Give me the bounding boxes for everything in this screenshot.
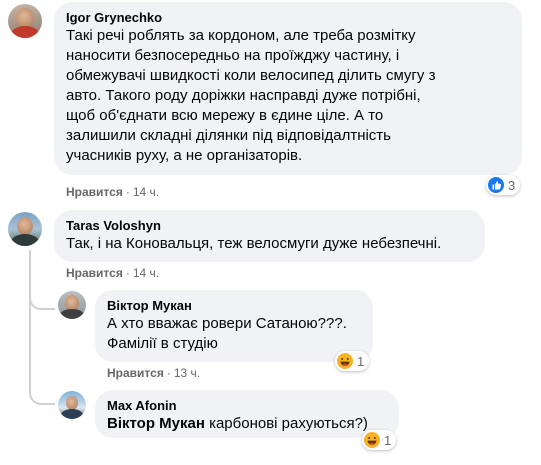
reaction-count: 1	[357, 353, 365, 369]
comment-line: Такі речі роблять за кордоном, але треба…	[66, 27, 416, 44]
avatar[interactable]	[58, 291, 86, 319]
separator: ·	[166, 366, 171, 380]
like-icon	[488, 177, 504, 193]
comment-line: залишили складні ділянки під відповідалт…	[66, 127, 391, 144]
comment-bubble: Віктор Мукан А хто вважає ровери Сатаною…	[95, 290, 373, 362]
comment-author[interactable]: Віктор Мукан	[107, 298, 361, 314]
like-button[interactable]: Нравится	[66, 266, 123, 280]
comment-author[interactable]: Max Afonin	[107, 398, 387, 414]
timestamp[interactable]: 14 ч.	[133, 185, 159, 199]
reaction-count: 1	[384, 432, 392, 448]
reaction-count: 3	[508, 177, 516, 193]
comment-line: щоб об'єднати всю мережу в єдине ціле. А…	[66, 107, 384, 124]
comment-line: наносити безпосередньо на проїжджу части…	[66, 47, 400, 64]
reaction-badge[interactable]: 1	[362, 430, 397, 450]
comment-meta: Нравится · 14 ч.	[66, 184, 159, 200]
comment-text: Так, і на Коновальця, теж велосмуги дуже…	[66, 234, 473, 254]
separator: ·	[125, 266, 130, 280]
avatar[interactable]	[8, 4, 42, 38]
timestamp[interactable]: 14 ч.	[133, 266, 159, 280]
comment-bubble: Max Afonin Віктор Мукан карбонові рахуют…	[95, 390, 399, 438]
avatar[interactable]	[8, 212, 42, 246]
comment-text: Такі речі роблять за кордоном, але треба…	[66, 26, 510, 166]
comment-author[interactable]: Taras Voloshyn	[66, 218, 473, 234]
comment-line: авто. Такого роду доріжки насправді дуже…	[66, 87, 421, 104]
like-button[interactable]: Нравится	[107, 366, 164, 380]
comment-line: учасників руху, а не організаторів.	[66, 147, 303, 164]
mention-link[interactable]: Віктор Мукан	[107, 415, 205, 432]
like-button[interactable]: Нравится	[66, 185, 123, 199]
comment-bubble: Igor Grynechko Такі речі роблять за корд…	[54, 2, 522, 175]
comment-text: Віктор Мукан карбонові рахуються?)	[107, 414, 387, 434]
haha-icon	[337, 353, 353, 369]
comment-line: А хто вважає ровери Сатаною???.	[107, 315, 347, 332]
comment-line: Так, і на Коновальця, теж велосмуги дуже…	[66, 235, 442, 252]
comment-meta: Нравится · 13 ч.	[107, 365, 200, 381]
comment-line: карбонові рахуються?)	[204, 415, 368, 432]
separator: ·	[125, 185, 130, 199]
comment-meta: Нравится · 14 ч.	[66, 265, 159, 281]
comment-line: обмежувачі швидкості коли велосипед діли…	[66, 67, 436, 84]
timestamp[interactable]: 13 ч.	[174, 366, 200, 380]
reply-thread-branch	[29, 290, 55, 310]
reply-thread-branch	[29, 385, 55, 405]
avatar[interactable]	[58, 391, 86, 419]
reaction-badge[interactable]: 1	[335, 351, 370, 371]
comment-text: А хто вважає ровери Сатаною???. Фамілії …	[107, 314, 361, 354]
comment-bubble: Taras Voloshyn Так, і на Коновальця, теж…	[54, 210, 485, 262]
haha-icon	[364, 432, 380, 448]
reaction-badge[interactable]: 3	[486, 175, 521, 195]
reply-thread-line	[29, 250, 31, 395]
comment-line: Фамілії в студію	[107, 335, 218, 352]
comment-author[interactable]: Igor Grynechko	[66, 10, 510, 26]
